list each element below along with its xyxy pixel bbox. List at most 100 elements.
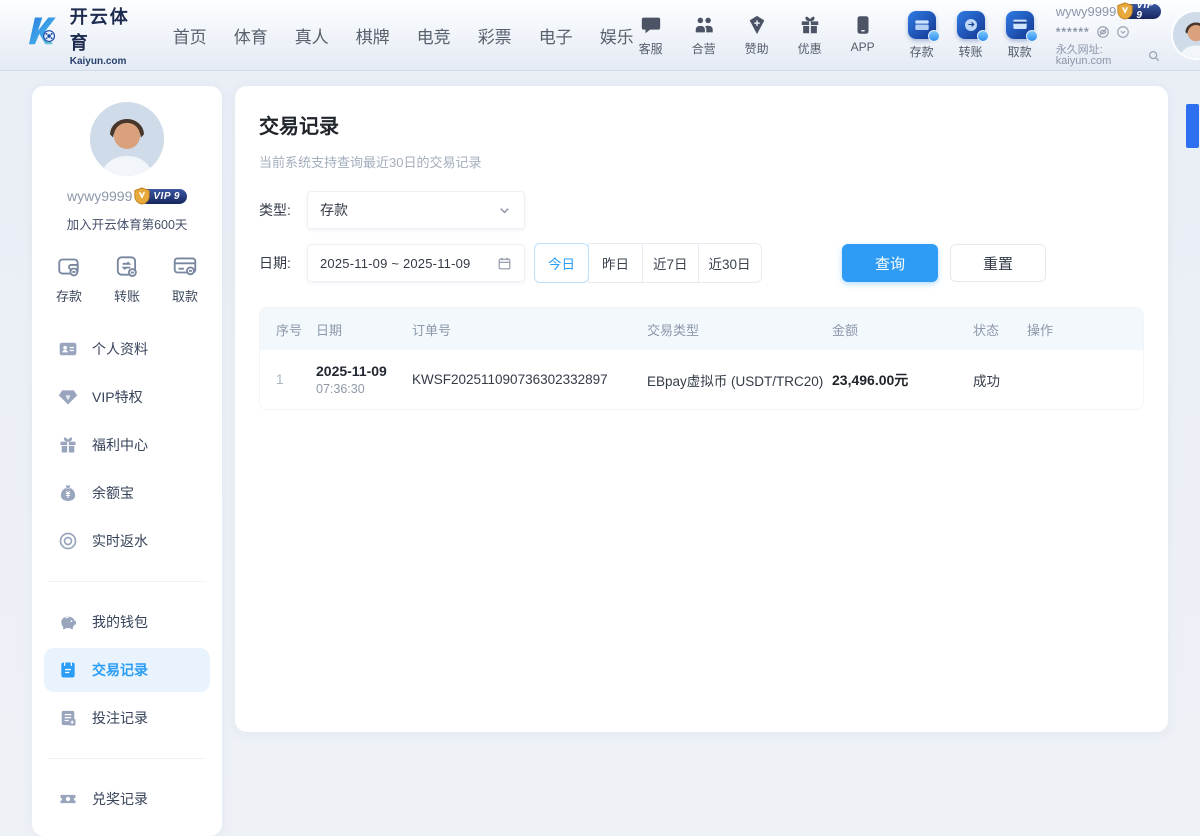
piggy-bank-icon (58, 612, 78, 632)
cell-order-number: KWSF202511090736302332897 (412, 372, 608, 387)
nav-item-sports[interactable]: 体育 (234, 23, 268, 48)
query-button[interactable]: 查询 (842, 244, 938, 282)
quicklink-app[interactable]: APP (846, 14, 880, 57)
transfer-action[interactable]: 转账 (953, 10, 989, 60)
ticket-icon (58, 789, 78, 809)
quicklink-sponsor[interactable]: 赞助 (740, 14, 774, 57)
sidebar-quick-actions: 存款 转账 取款 (32, 253, 222, 305)
nav-item-slots[interactable]: 电子 (539, 23, 573, 48)
quicklink-label: 客服 (638, 41, 663, 56)
date-range-input[interactable]: 2025-11-09 ~ 2025-11-09 (307, 244, 525, 282)
wallet-icon (56, 253, 82, 279)
page-title: 交易记录 (259, 116, 339, 138)
sidebar: wywy9999 VIP 9 加入开云体育第600天 存款 转账 取款 个人资料… (32, 86, 222, 836)
type-filter-row: 类型: 存款 (259, 191, 1144, 229)
vip-shield-icon (1117, 1, 1134, 20)
sidebar-item-wallet[interactable]: 我的钱包 (32, 598, 222, 646)
scrollbar-thumb[interactable] (1186, 104, 1199, 148)
profile-avatar[interactable] (90, 102, 164, 176)
sidebar-item-bets[interactable]: 投注记录 (32, 694, 222, 742)
type-filter-label: 类型: (259, 202, 291, 218)
quicklink-label: 合营 (691, 41, 716, 56)
sidebar-item-prizes[interactable]: 兑奖记录 (32, 775, 222, 823)
cell-row-number: 1 (276, 372, 284, 387)
nav-item-lottery[interactable]: 彩票 (478, 23, 512, 48)
sidebar-deposit[interactable]: 存款 (56, 253, 82, 305)
nav-item-entertainment[interactable]: 娱乐 (600, 23, 634, 48)
vip-badge: VIP 9 (1117, 0, 1161, 21)
cell-transaction-type: EBpay虚拟币 (USDT/TRC20) (647, 373, 824, 389)
reset-button[interactable]: 重置 (950, 244, 1046, 282)
date-range-value: 2025-11-09 ~ 2025-11-09 (320, 255, 471, 271)
sidebar-item-label: 兑奖记录 (92, 791, 148, 807)
sidebar-divider (48, 581, 206, 582)
user-avatar[interactable] (1172, 12, 1200, 58)
col-header-date: 日期 (316, 322, 343, 338)
brand-text: 开云体育 Kaiyun.com (70, 3, 135, 67)
content-area: wywy9999 VIP 9 加入开云体育第600天 存款 转账 取款 个人资料… (0, 70, 1200, 836)
masked-balance: ****** (1055, 24, 1090, 39)
nav-item-esports[interactable]: 电竞 (417, 23, 451, 48)
transfer-icon (956, 10, 989, 42)
wallet-action-label: 转账 (958, 44, 983, 59)
sidebar-withdraw[interactable]: 取款 (172, 253, 198, 305)
cell-date: 2025-11-09 07:36:30 (316, 363, 412, 396)
quick-date-7days[interactable]: 近7日 (642, 243, 699, 283)
gift-icon (58, 435, 78, 455)
ledger-icon (58, 660, 78, 680)
sidebar-item-label: 投注记录 (92, 710, 148, 726)
profile-card: wywy9999 VIP 9 加入开云体育第600天 存款 转账 取款 (32, 102, 222, 305)
type-select-value: 存款 (320, 202, 348, 218)
sidebar-item-vip[interactable]: VIP特权 (32, 373, 222, 421)
vip-label: VIP 9 (1136, 0, 1154, 21)
quicklink-promotions[interactable]: 优惠 (793, 14, 827, 57)
cell-date-time: 07:36:30 (316, 382, 365, 396)
sidebar-item-rebate[interactable]: 实时返水 (32, 517, 222, 565)
brand-logo[interactable]: 开云体育 Kaiyun.com (26, 3, 135, 67)
transactions-table: 序号 日期 订单号 交易类型 金额 状态 操作 1 2025-11-09 07:… (259, 307, 1144, 410)
sidebar-item-profile[interactable]: 个人资料 (32, 325, 222, 373)
sidebar-item-label: 福利中心 (92, 437, 148, 453)
brand-logo-icon (26, 13, 62, 57)
nav-item-live-casino[interactable]: 真人 (295, 23, 329, 48)
deposit-badge-icon (927, 29, 940, 42)
quick-date-30days[interactable]: 近30日 (697, 243, 762, 283)
sidebar-item-label: 实时返水 (92, 533, 148, 549)
col-header-status: 状态 (973, 322, 1000, 338)
search-icon[interactable] (1147, 49, 1161, 63)
bank-card-icon (172, 253, 198, 279)
quicklink-partners[interactable]: 合营 (687, 14, 721, 57)
sidebar-divider (48, 758, 206, 759)
user-meta: wywy9999 VIP 9 ****** 永久网址: kaiyun.com (1055, 0, 1161, 67)
vip-shield-icon (134, 186, 151, 205)
quick-date-yesterday[interactable]: 昨日 (588, 243, 643, 283)
top-navbar: 开云体育 Kaiyun.com 首页 体育 真人 棋牌 电竞 彩票 电子 娱乐 … (0, 0, 1200, 70)
withdraw-action[interactable]: 取款 (1002, 10, 1038, 60)
type-select[interactable]: 存款 (307, 191, 525, 229)
chevron-down-icon (497, 203, 512, 218)
nav-item-home[interactable]: 首页 (173, 23, 207, 48)
eye-off-icon[interactable] (1096, 25, 1110, 39)
quick-date-today[interactable]: 今日 (534, 243, 589, 283)
col-header-order: 订单号 (412, 322, 452, 338)
permanent-url-text: 永久网址: kaiyun.com (1055, 43, 1112, 67)
brand-title: 开云体育 (69, 7, 130, 53)
col-header-amount: 金额 (832, 322, 859, 338)
gem-icon (58, 387, 78, 407)
sidebar-item-messages[interactable]: 消息中心 99+ (32, 823, 222, 836)
brand-domain: Kaiyun.com (69, 56, 127, 67)
money-pouch-icon (58, 483, 78, 503)
sidebar-item-welfare[interactable]: 福利中心 (32, 421, 222, 469)
page: 开云体育 Kaiyun.com 首页 体育 真人 棋牌 电竞 彩票 电子 娱乐 … (0, 0, 1200, 836)
sidebar-transfer[interactable]: 转账 (114, 253, 140, 305)
people-icon (693, 14, 715, 36)
sidebar-menu: 个人资料 VIP特权 福利中心 余额宝 实时返水 我的钱包 交易记录 投注记录 … (32, 325, 222, 836)
sidebar-item-yuebao[interactable]: 余额宝 (32, 469, 222, 517)
filter-actions: 查询 重置 (842, 244, 1046, 282)
sidebar-item-transactions[interactable]: 交易记录 (44, 648, 210, 692)
quicklink-customer-service[interactable]: 客服 (634, 14, 668, 57)
deposit-action[interactable]: 存款 (904, 10, 940, 60)
date-filter-row: 日期: 2025-11-09 ~ 2025-11-09 今日 昨日 近7日 近3… (259, 243, 1144, 283)
refresh-balance-icon[interactable] (1116, 25, 1130, 39)
nav-item-chess[interactable]: 棋牌 (356, 23, 390, 48)
